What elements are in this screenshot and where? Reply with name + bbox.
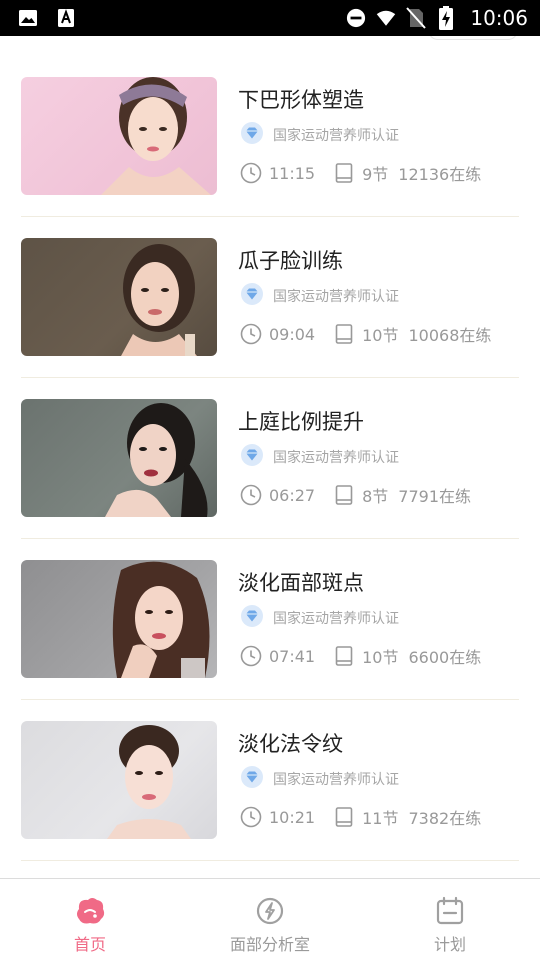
diamond-icon — [240, 282, 264, 310]
course-learners: 7382在练 — [408, 809, 482, 828]
course-title: 淡化面部斑点 — [238, 571, 364, 595]
tab-label: 计划 — [433, 935, 466, 954]
diamond-icon — [240, 604, 264, 632]
battery-charging-icon — [436, 6, 456, 30]
course-duration: 09:04 — [269, 324, 316, 344]
cert-text: 国家运动营养师认证 — [273, 128, 399, 144]
tab-label: 首页 — [73, 935, 106, 954]
course-title: 上庭比例提升 — [238, 410, 364, 434]
diamond-icon — [240, 443, 264, 471]
status-time: 10:06 — [470, 6, 528, 30]
divider — [21, 860, 519, 861]
course-duration: 07:41 — [269, 646, 316, 666]
wifi-icon — [376, 8, 396, 28]
course-title: 瓜子脸训练 — [238, 249, 343, 273]
course-sections: 9节 — [362, 165, 389, 184]
cert-row: 国家运动营养师认证 — [240, 282, 399, 310]
course-item-face[interactable]: 瓜子脸训练 国家运动营养师认证 09:04 10节 10068在练 — [0, 197, 540, 378]
course-sections: 11节 — [362, 809, 399, 828]
course-learners: 10068在练 — [408, 326, 492, 345]
course-thumbnail[interactable] — [21, 560, 217, 678]
book-icon — [333, 645, 355, 667]
diamond-icon — [240, 121, 264, 149]
book-icon — [333, 162, 355, 184]
clock-icon — [240, 484, 262, 506]
course-learners: 6600在练 — [408, 648, 482, 667]
course-sections: 10节 — [362, 648, 399, 667]
bottom-tab-bar: 首页 面部分析室 计划 — [0, 878, 540, 960]
book-icon — [333, 484, 355, 506]
no-sim-icon — [406, 7, 427, 29]
home-icon — [74, 895, 106, 927]
tab-plan[interactable]: 计划 — [360, 879, 540, 960]
course-sections: 8节 — [362, 487, 389, 506]
cert-row: 国家运动营养师认证 — [240, 765, 399, 793]
course-meta: 06:27 8节 7791在练 — [240, 483, 471, 507]
do-not-disturb-icon — [346, 8, 366, 28]
cert-text: 国家运动营养师认证 — [273, 611, 399, 627]
course-title: 下巴形体塑造 — [238, 88, 364, 112]
cert-text: 国家运动营养师认证 — [273, 450, 399, 466]
course-learners: 7791在练 — [398, 487, 472, 506]
clock-icon — [240, 645, 262, 667]
course-thumbnail[interactable] — [21, 238, 217, 356]
course-item-nasolabial[interactable]: 淡化法令纹 国家运动营养师认证 10:21 11节 7382在练 — [0, 680, 540, 861]
analysis-icon — [254, 895, 286, 927]
course-title: 淡化法令纹 — [238, 732, 343, 756]
course-meta: 11:15 9节 12136在练 — [240, 161, 481, 185]
book-icon — [333, 323, 355, 345]
course-item-spots[interactable]: 淡化面部斑点 国家运动营养师认证 07:41 10节 6600在练 — [0, 519, 540, 700]
tab-label: 面部分析室 — [229, 935, 310, 954]
course-duration: 06:27 — [269, 485, 316, 505]
image-icon — [18, 8, 38, 28]
course-meta: 10:21 11节 7382在练 — [240, 805, 481, 829]
course-meta: 07:41 10节 6600在练 — [240, 644, 481, 668]
cert-row: 国家运动营养师认证 — [240, 121, 399, 149]
course-thumbnail[interactable] — [21, 721, 217, 839]
status-bar: 10:06 — [0, 0, 540, 36]
course-meta: 09:04 10节 10068在练 — [240, 322, 491, 346]
course-learners: 12136在练 — [398, 165, 482, 184]
course-list[interactable]: 下巴形体塑造 国家运动营养师认证 11:15 9节 12136在练 瓜子脸训练 … — [0, 36, 540, 878]
cert-text: 国家运动营养师认证 — [273, 289, 399, 305]
course-item-forehead[interactable]: 上庭比例提升 国家运动营养师认证 06:27 8节 7791在练 — [0, 358, 540, 539]
tab-face-analysis[interactable]: 面部分析室 — [180, 879, 360, 960]
course-duration: 11:15 — [269, 163, 316, 183]
course-thumbnail[interactable] — [21, 77, 217, 195]
cert-row: 国家运动营养师认证 — [240, 443, 399, 471]
course-thumbnail[interactable] — [21, 399, 217, 517]
course-duration: 10:21 — [269, 807, 316, 827]
course-item-chin[interactable]: 下巴形体塑造 国家运动营养师认证 11:15 9节 12136在练 — [0, 36, 540, 217]
cert-text: 国家运动营养师认证 — [273, 772, 399, 788]
clock-icon — [240, 806, 262, 828]
cert-row: 国家运动营养师认证 — [240, 604, 399, 632]
tab-home[interactable]: 首页 — [0, 879, 180, 960]
diamond-icon — [240, 765, 264, 793]
clock-icon — [240, 162, 262, 184]
calendar-icon — [434, 895, 466, 927]
clock-icon — [240, 323, 262, 345]
font-a-icon — [56, 8, 76, 28]
course-sections: 10节 — [362, 326, 399, 345]
book-icon — [333, 806, 355, 828]
